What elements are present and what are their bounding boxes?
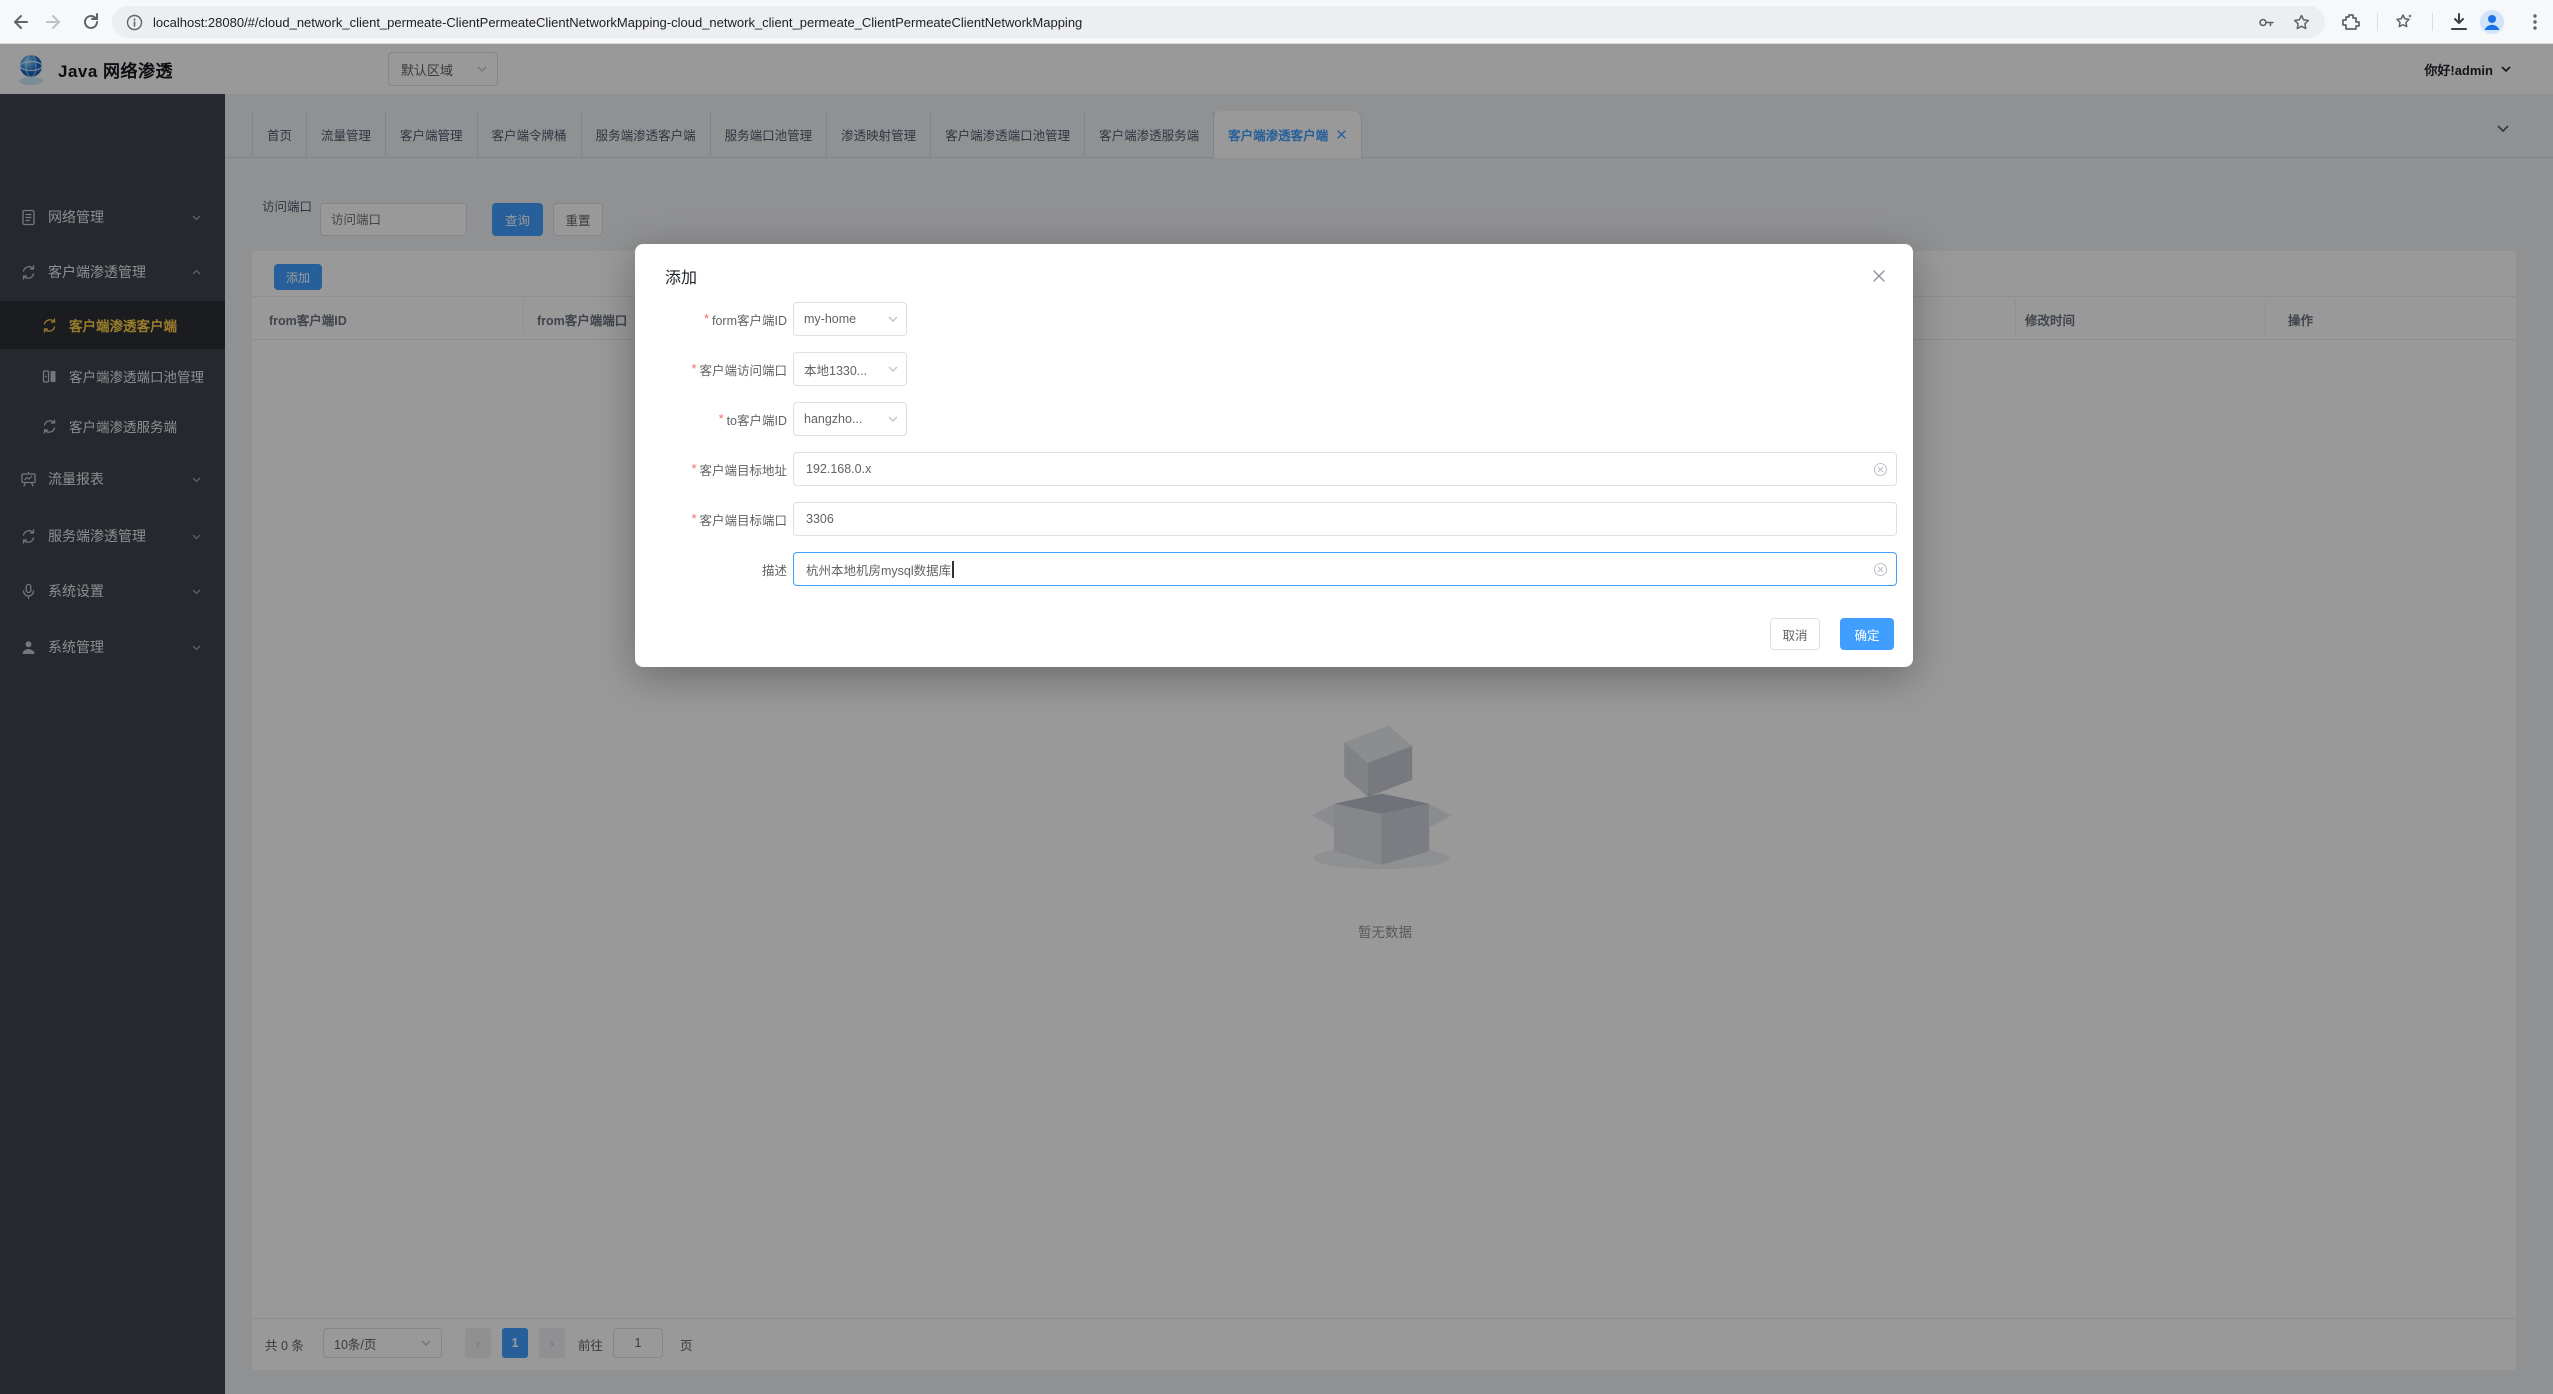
cancel-button[interactable]: 取消 <box>1770 618 1820 650</box>
profile-avatar[interactable] <box>2479 9 2505 35</box>
form-client-id-select[interactable]: my-home <box>793 302 907 336</box>
client-target-address-input[interactable]: 192.168.0.x <box>793 452 1897 486</box>
bookmark-star-icon[interactable] <box>2292 13 2311 32</box>
field-label-client-target-port: *客户端目标端口 <box>635 502 787 536</box>
field-label-to-client-id: *to客户端ID <box>635 402 787 436</box>
field-label-description: 描述 <box>635 552 787 586</box>
browser-toolbar: localhost:28080/#/cloud_network_client_p… <box>0 0 2553 44</box>
forward-icon[interactable] <box>44 11 66 33</box>
client-target-port-input[interactable]: 3306 <box>793 502 1897 536</box>
download-icon[interactable] <box>2448 11 2470 33</box>
divider <box>2377 13 2378 31</box>
kebab-menu-icon[interactable] <box>2524 11 2546 33</box>
screen: localhost:28080/#/cloud_network_client_p… <box>0 0 2553 1394</box>
to-client-id-select[interactable]: hangzho... <box>793 402 907 436</box>
clear-icon[interactable] <box>1873 462 1888 477</box>
chevron-down-icon <box>886 362 900 376</box>
sparkle-star-icon[interactable] <box>2393 11 2415 33</box>
url-bar[interactable]: localhost:28080/#/cloud_network_client_p… <box>112 6 2325 38</box>
back-icon[interactable] <box>8 11 30 33</box>
add-dialog: 添加 *form客户端ID my-home *客户端访问端口 本地1330...… <box>635 244 1913 667</box>
chevron-down-icon <box>886 312 900 326</box>
dialog-title: 添加 <box>665 264 697 288</box>
close-icon[interactable] <box>1871 268 1887 284</box>
extensions-puzzle-icon[interactable] <box>2340 11 2362 33</box>
clear-icon[interactable] <box>1873 562 1888 577</box>
site-info-icon[interactable] <box>126 14 143 31</box>
field-label-client-target-address: *客户端目标地址 <box>635 452 787 486</box>
chevron-down-icon <box>886 412 900 426</box>
reload-icon[interactable] <box>80 11 102 33</box>
url-text: localhost:28080/#/cloud_network_client_p… <box>153 15 1082 30</box>
text-cursor <box>952 561 954 578</box>
divider <box>2432 13 2433 31</box>
client-access-port-select[interactable]: 本地1330... <box>793 352 907 386</box>
field-label-form-client-id: *form客户端ID <box>635 302 787 336</box>
key-icon[interactable] <box>2257 13 2276 32</box>
description-input[interactable]: 杭州本地机房mysql数据库 <box>793 552 1897 586</box>
confirm-button[interactable]: 确定 <box>1840 618 1894 650</box>
field-label-client-access-port: *客户端访问端口 <box>635 352 787 386</box>
